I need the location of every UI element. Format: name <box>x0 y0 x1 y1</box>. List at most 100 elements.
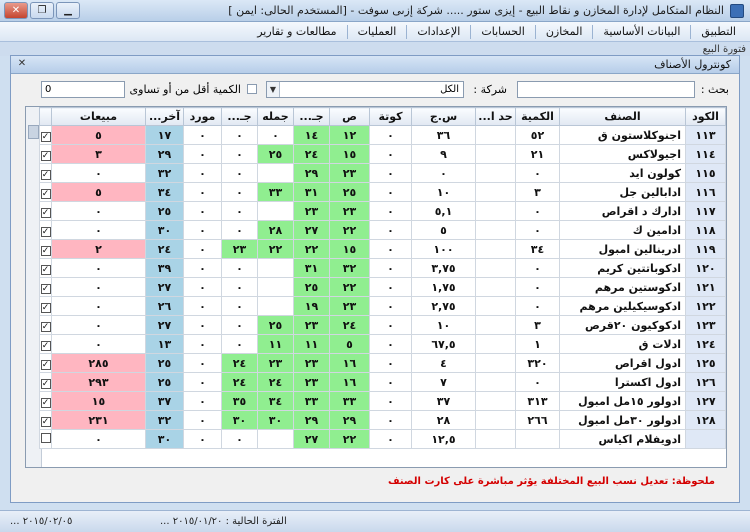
cell-active[interactable]: ✓ <box>39 353 52 373</box>
cell-supplier[interactable]: ٠ <box>183 372 222 392</box>
cell-active[interactable]: ✓ <box>39 144 52 164</box>
cell-price[interactable]: ٥ <box>411 220 476 240</box>
cell-qty[interactable]: ٣٢٠ <box>515 353 560 373</box>
cell-code[interactable]: ١٢٨ <box>685 410 726 430</box>
table-row[interactable]: ١١٩ ادرينالين امبول ٣٤ ١٠٠ ٠ ١٥ ٢٢ ٢٢ ٢٣ ٠ ٢٤ ٢ ✓ <box>39 239 726 259</box>
cell-qty[interactable]: ٠ <box>515 372 560 392</box>
cell-active[interactable]: ✓ <box>39 239 52 259</box>
cell-limit[interactable] <box>475 125 516 145</box>
column-header[interactable]: كوتة <box>369 107 412 126</box>
cell-code[interactable]: ١٢٣ <box>685 315 726 335</box>
cell-price[interactable]: ٧ <box>411 372 476 392</box>
cell-qty[interactable]: ٠ <box>515 201 560 221</box>
menu-accounts[interactable]: الحسابات <box>470 24 534 39</box>
cell-bulk[interactable] <box>257 296 294 316</box>
cell-supplier[interactable]: ٠ <box>183 429 222 449</box>
cell-name[interactable]: كولون ايد <box>559 163 686 183</box>
chevron-down-icon[interactable]: ▼ <box>267 82 280 97</box>
active-checkbox[interactable]: ✓ <box>40 188 51 199</box>
cell-limit[interactable] <box>475 334 516 354</box>
cell-bulk[interactable]: ٢٥ <box>257 144 294 164</box>
cell-active[interactable]: ✓ <box>39 372 52 392</box>
cell-price[interactable]: ١٠ <box>411 182 476 202</box>
cell-active[interactable]: ✓ <box>39 201 52 221</box>
cell-limit[interactable] <box>475 163 516 183</box>
cell-qty[interactable]: ٣ <box>515 315 560 335</box>
active-checkbox[interactable]: ✓ <box>40 321 51 332</box>
active-checkbox[interactable]: ✓ <box>40 378 51 389</box>
cell-supplier[interactable]: ٠ <box>183 410 222 430</box>
cell-sales[interactable]: ٢٣١ <box>51 410 146 430</box>
cell-name[interactable]: ادولور ٣٠مل امبول <box>559 410 686 430</box>
table-row[interactable]: ١١٦ ادابالين جل ٣ ١٠ ٠ ٢٥ ٣١ ٣٣ ٠ ٠ ٣٤ ٥ ✓ <box>39 182 726 202</box>
cell-name[interactable]: اجنوكلاستون ق <box>559 125 686 145</box>
cell-quota[interactable]: ٠ <box>369 258 412 278</box>
cell-limit[interactable] <box>475 220 516 240</box>
cell-last[interactable]: ٢٦ <box>145 296 184 316</box>
cell-active[interactable]: ✓ <box>39 125 52 145</box>
table-row[interactable]: ١١٨ ادامين ك ٠ ٥ ٠ ٢٢ ٢٧ ٢٨ ٠ ٠ ٣٠ ٠ ✓ <box>39 220 726 240</box>
cell-s[interactable]: ٣٣ <box>329 391 370 411</box>
shortcut-sales-invoice[interactable]: فتورة البيع <box>703 44 746 55</box>
cell-active[interactable] <box>39 429 52 449</box>
cell-code[interactable]: ١٢٦ <box>685 372 726 392</box>
cell-supplier[interactable]: ٠ <box>183 315 222 335</box>
cell-active[interactable]: ✓ <box>39 296 52 316</box>
cell-code[interactable]: ١١٣ <box>685 125 726 145</box>
column-header[interactable]: الصنف <box>559 107 686 126</box>
cell-s[interactable]: ٢٣ <box>329 296 370 316</box>
cell-quota[interactable]: ٠ <box>369 429 412 449</box>
menu-basic-data[interactable]: البيانات الأساسية <box>592 24 690 39</box>
cell-last[interactable]: ١٣ <box>145 334 184 354</box>
cell-name[interactable]: ادكوستين مرهم <box>559 277 686 297</box>
cell-quota[interactable]: ٠ <box>369 144 412 164</box>
cell-supplier[interactable]: ٠ <box>183 125 222 145</box>
cell-last[interactable]: ٣٤ <box>145 182 184 202</box>
cell-price[interactable]: ٤ <box>411 353 476 373</box>
cell-quota[interactable]: ٠ <box>369 182 412 202</box>
cell-sales[interactable]: ٠ <box>51 296 146 316</box>
cell-j1[interactable]: ٢٣ <box>293 201 330 221</box>
cell-j2[interactable]: ٢٤ <box>221 372 258 392</box>
cell-quota[interactable]: ٠ <box>369 334 412 354</box>
cell-j1[interactable]: ٢٣ <box>293 315 330 335</box>
cell-last[interactable]: ٣٢ <box>145 410 184 430</box>
cell-price[interactable]: ٠ <box>411 163 476 183</box>
cell-quota[interactable]: ٠ <box>369 353 412 373</box>
cell-supplier[interactable]: ٠ <box>183 296 222 316</box>
cell-name[interactable]: ادكوباتتين كريم <box>559 258 686 278</box>
column-header[interactable] <box>39 107 52 126</box>
active-checkbox[interactable]: ✓ <box>40 340 51 351</box>
cell-sales[interactable]: ٠ <box>51 201 146 221</box>
menu-settings[interactable]: الإعدادات <box>406 24 470 39</box>
cell-supplier[interactable]: ٠ <box>183 353 222 373</box>
cell-sales[interactable]: ٠ <box>51 258 146 278</box>
cell-price[interactable]: ١٠ <box>411 315 476 335</box>
cell-qty[interactable]: ١ <box>515 334 560 354</box>
cell-quota[interactable]: ٠ <box>369 410 412 430</box>
cell-price[interactable]: ٣٧ <box>411 391 476 411</box>
cell-j2[interactable]: ٢٣ <box>221 239 258 259</box>
cell-j2[interactable]: ٠ <box>221 315 258 335</box>
active-checkbox[interactable]: ✓ <box>40 264 51 275</box>
cell-bulk[interactable] <box>257 429 294 449</box>
cell-last[interactable]: ١٧ <box>145 125 184 145</box>
cell-supplier[interactable]: ٠ <box>183 277 222 297</box>
table-row[interactable]: ١٢٣ ادكوكيون ٢٠قرص ٣ ١٠ ٠ ٢٤ ٢٣ ٢٥ ٠ ٠ ٢٧ ٠ ✓ <box>39 315 726 335</box>
cell-name[interactable]: ادكوكيون ٢٠قرص <box>559 315 686 335</box>
cell-quota[interactable]: ٠ <box>369 201 412 221</box>
cell-last[interactable]: ٢٤ <box>145 239 184 259</box>
menu-stores[interactable]: المخازن <box>534 24 593 39</box>
cell-s[interactable]: ١٦ <box>329 353 370 373</box>
cell-name[interactable]: ادولور ١٥مل امبول <box>559 391 686 411</box>
cell-supplier[interactable]: ٠ <box>183 144 222 164</box>
scrollbar-thumb[interactable] <box>28 125 39 139</box>
table-row[interactable]: ١١٧ ادارك د اقراص ٠ ٥,١ ٠ ٢٣ ٢٣ ٠ ٠ ٢٥ ٠ ✓ <box>39 201 726 221</box>
active-checkbox[interactable]: ✓ <box>40 226 51 237</box>
search-input[interactable] <box>517 81 695 98</box>
table-row[interactable]: ١٢٦ ادول اكسترا ٠ ٧ ٠ ١٦ ٢٣ ٢٤ ٢٤ ٠ ٢٥ ٢٩٣ ✓ <box>39 372 726 392</box>
cell-limit[interactable] <box>475 315 516 335</box>
cell-sales[interactable]: ٥ <box>51 182 146 202</box>
cell-name[interactable]: ادويفلام اكياس <box>559 429 686 449</box>
column-header[interactable]: مورد <box>183 107 222 126</box>
